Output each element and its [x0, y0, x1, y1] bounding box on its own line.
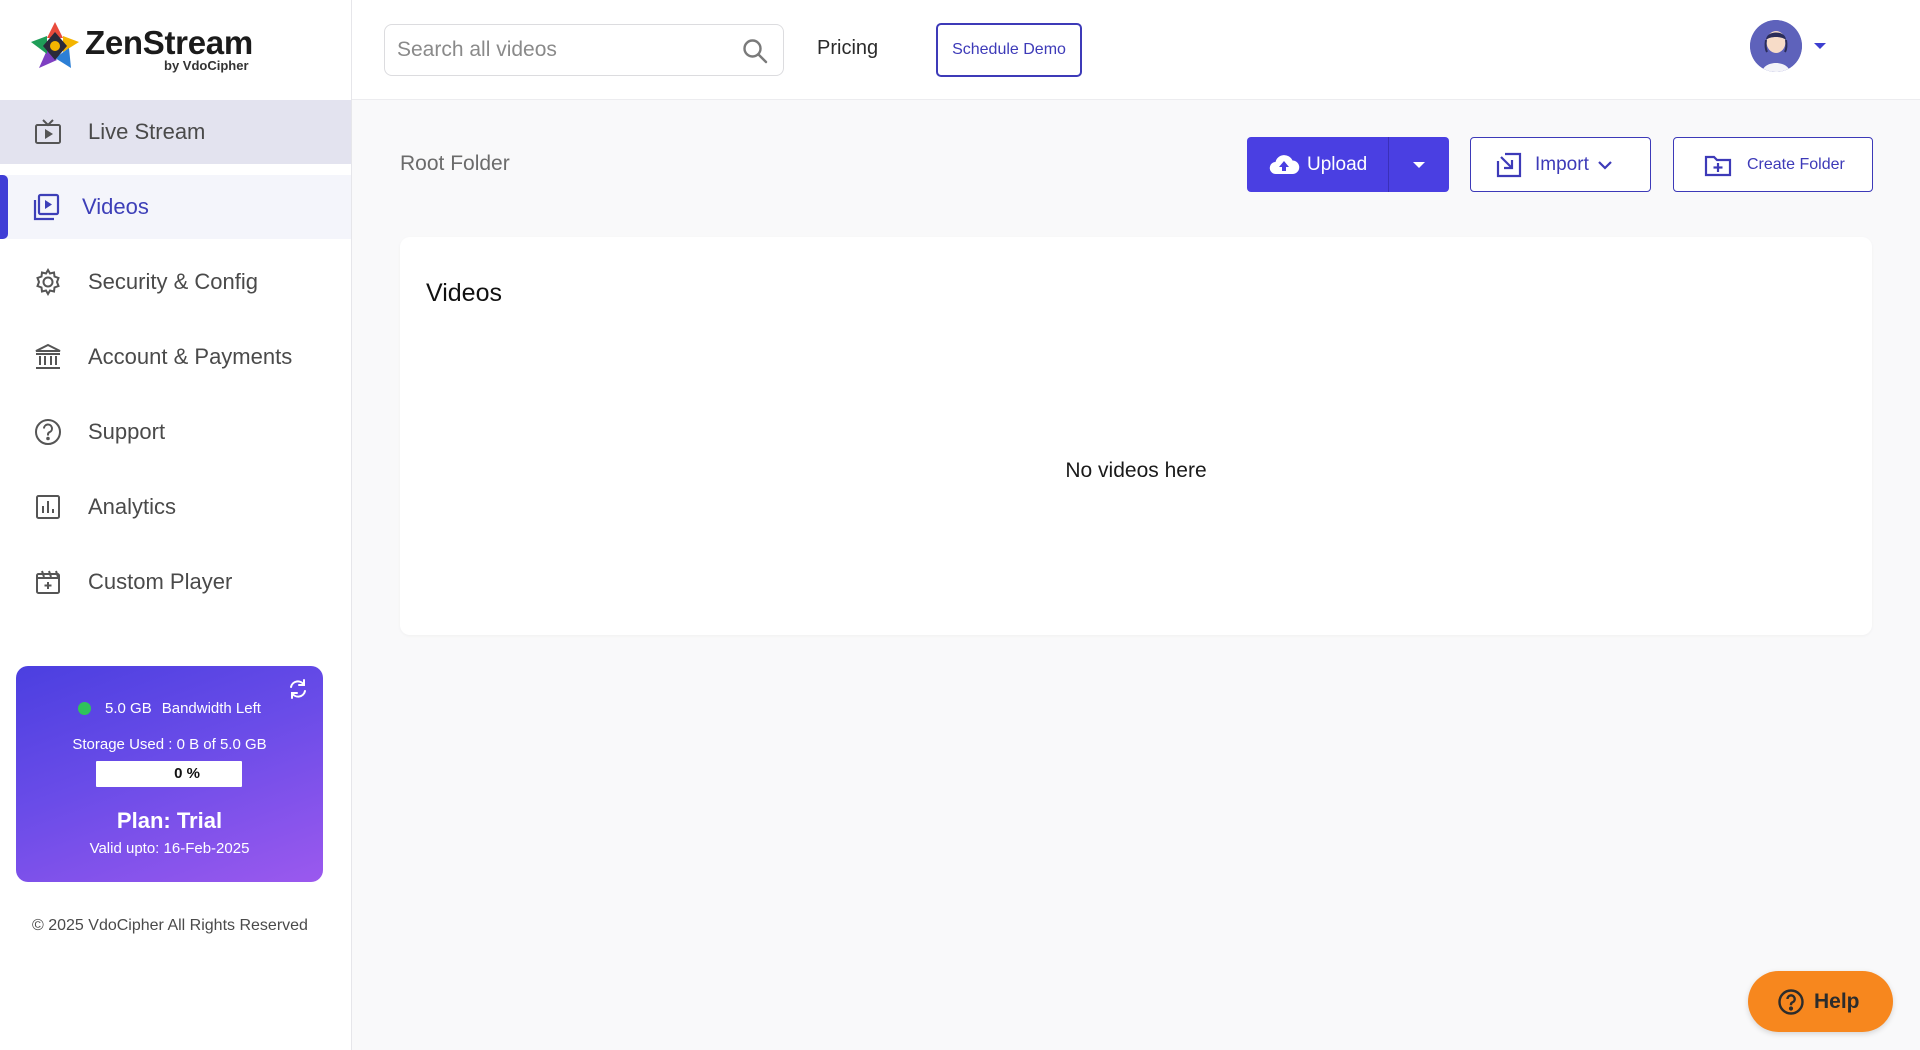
pricing-link[interactable]: Pricing — [817, 37, 878, 60]
sidebar-item-videos[interactable]: Videos — [0, 175, 351, 239]
status-dot-icon — [78, 702, 92, 715]
plan-name: Plan: Trial — [116, 808, 223, 833]
gear-icon — [32, 266, 64, 298]
videos-card: Videos No videos here — [400, 237, 1872, 635]
storage-used-text: Storage Used : 0 B of 5.0 GB — [72, 736, 267, 753]
upload-dropdown-button[interactable] — [1389, 137, 1449, 192]
sidebar-item-analytics[interactable]: Analytics — [0, 475, 351, 539]
question-circle-icon — [1778, 988, 1804, 1015]
sidebar-item-label: Account & Payments — [88, 344, 293, 369]
chevron-down-icon — [1598, 160, 1612, 170]
brand-logo[interactable]: ZenStream by VdoCipher — [27, 18, 267, 78]
import-button[interactable]: Import — [1470, 137, 1651, 192]
copyright-text: © 2025 VdoCipher All Rights Reserved — [32, 917, 308, 934]
upload-button[interactable]: Upload — [1247, 137, 1389, 192]
sidebar-item-label: Security & Config — [88, 269, 258, 294]
sidebar-item-security-config[interactable]: Security & Config — [0, 250, 351, 314]
help-button[interactable]: Help — [1748, 971, 1893, 1032]
user-avatar[interactable] — [1750, 20, 1802, 72]
upload-label: Upload — [1307, 153, 1368, 175]
brand-name: ZenStream — [85, 24, 253, 61]
movie-player-icon — [32, 566, 64, 598]
create-folder-button[interactable]: Create Folder — [1673, 137, 1873, 192]
import-label: Import — [1535, 153, 1589, 175]
live-tv-icon — [32, 116, 64, 148]
folder-add-icon — [1704, 155, 1732, 176]
bandwidth-value: 5.0 GB — [105, 700, 152, 717]
sidebar-nav: Live Stream Videos Security & Config Acc… — [0, 100, 351, 625]
sidebar-item-label: Support — [88, 419, 166, 444]
create-folder-label: Create Folder — [1747, 155, 1845, 173]
search-icon[interactable] — [741, 37, 769, 65]
brand-byline: by VdoCipher — [164, 58, 249, 73]
search-box — [384, 24, 784, 76]
question-circle-icon — [32, 416, 64, 448]
sidebar-item-support[interactable]: Support — [0, 400, 351, 464]
analytics-chart-icon — [32, 491, 64, 523]
plan-usage-card: 5.0 GB Bandwidth Left Storage Used : 0 B… — [16, 666, 323, 882]
sidebar-item-label: Live Stream — [88, 119, 206, 144]
help-label: Help — [1814, 989, 1860, 1013]
bandwidth-row: 5.0 GB Bandwidth Left — [16, 700, 323, 717]
caret-down-icon — [1413, 161, 1425, 168]
caret-down-icon[interactable] — [1812, 38, 1828, 54]
sidebar-item-label: Videos — [82, 194, 149, 219]
sidebar-item-label: Analytics — [88, 494, 177, 519]
schedule-demo-button[interactable]: Schedule Demo — [936, 23, 1082, 77]
storage-progress-text: 0 % — [174, 765, 200, 782]
video-library-icon — [30, 191, 62, 223]
sidebar-item-account-payments[interactable]: Account & Payments — [0, 325, 351, 389]
user-avatar-icon — [1750, 20, 1802, 72]
videos-card-title: Videos — [426, 279, 502, 307]
cloud-upload-icon — [1269, 154, 1300, 174]
storage-progress-bar: 0 % — [96, 761, 242, 787]
bandwidth-label: Bandwidth Left — [161, 700, 261, 717]
plan-valid-date: Valid upto: 16-Feb-2025 — [89, 840, 250, 857]
app-root: ZenStream by VdoCipher Live Stream Video… — [0, 0, 1920, 1050]
sidebar: ZenStream by VdoCipher Live Stream Video… — [0, 0, 352, 1050]
top-header: Pricing Schedule Demo — [352, 0, 1920, 100]
bank-icon — [32, 341, 64, 373]
search-input[interactable] — [397, 25, 727, 75]
upload-button-group: Upload — [1247, 137, 1449, 192]
breadcrumb-root-folder[interactable]: Root Folder — [400, 152, 510, 176]
sidebar-item-custom-player[interactable]: Custom Player — [0, 550, 351, 614]
zenstream-logo-icon — [31, 22, 79, 68]
sidebar-item-label: Custom Player — [88, 569, 233, 594]
empty-state-message: No videos here — [1065, 459, 1207, 482]
refresh-icon[interactable] — [287, 678, 309, 700]
import-icon — [1496, 152, 1522, 177]
sidebar-item-live-stream[interactable]: Live Stream — [0, 100, 351, 164]
